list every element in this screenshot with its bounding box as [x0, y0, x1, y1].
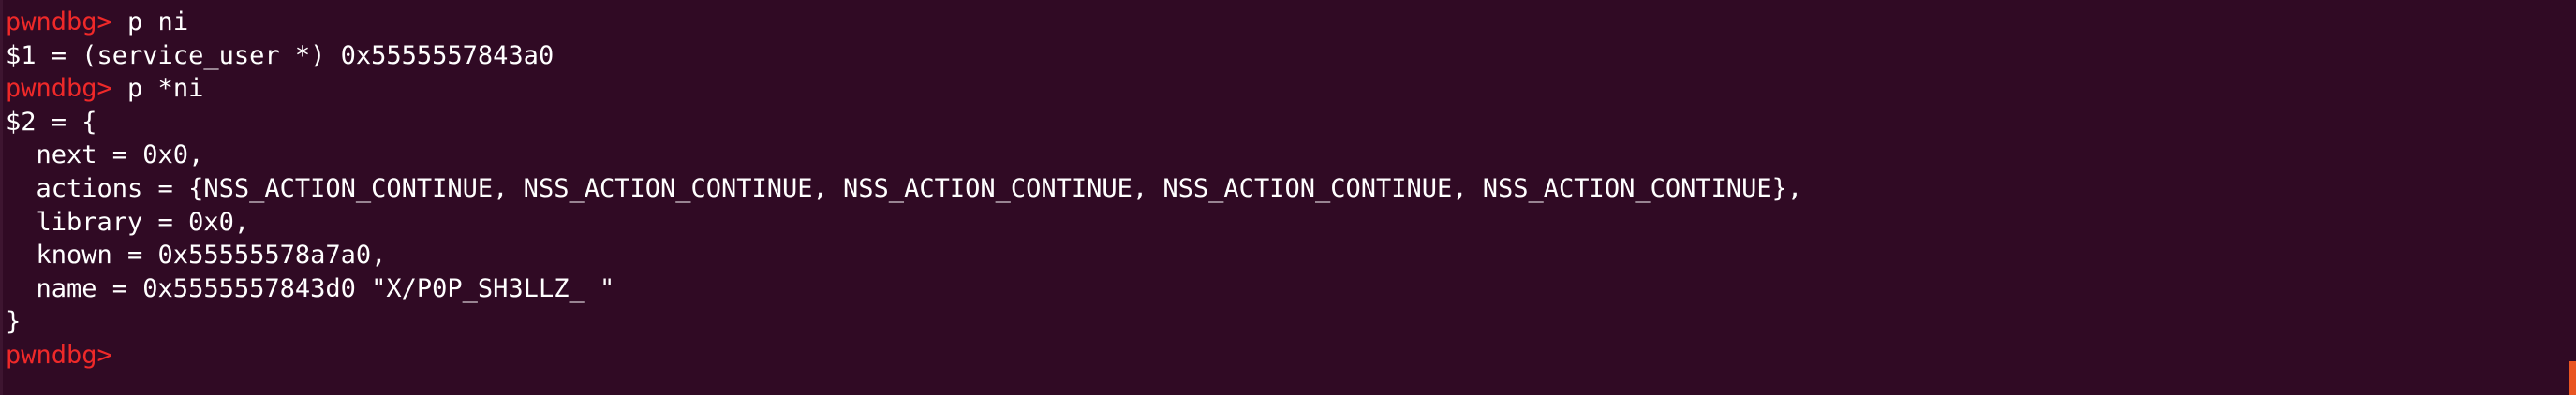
scrollbar[interactable] — [2569, 0, 2576, 395]
terminal-line: known = 0x55555578a7a0, — [6, 239, 2576, 272]
output-text: } — [6, 307, 22, 337]
output-text: name = 0x5555557843d0 "X/P0P_SH3LLZ_ " — [6, 273, 615, 303]
output-text: $2 = { — [6, 107, 97, 137]
terminal-line: pwndbg> p *ni — [6, 72, 2576, 106]
terminal-line: actions = {NSS_ACTION_CONTINUE, NSS_ACTI… — [6, 172, 2576, 206]
window-edge — [0, 0, 3, 395]
terminal-line: $1 = (service_user *) 0x5555557843a0 — [6, 39, 2576, 73]
prompt: pwndbg> — [6, 7, 128, 37]
text-cursor — [127, 341, 141, 369]
terminal-line[interactable]: pwndbg> — [6, 339, 2576, 373]
output-text: library = 0x0, — [6, 207, 250, 237]
terminal-window[interactable]: pwndbg> p ni $1 = (service_user *) 0x555… — [0, 0, 2576, 395]
terminal-line: library = 0x0, — [6, 206, 2576, 240]
output-text: actions = {NSS_ACTION_CONTINUE, NSS_ACTI… — [6, 173, 1803, 203]
output-text: known = 0x55555578a7a0, — [6, 241, 387, 271]
command-text: p *ni — [127, 74, 204, 104]
terminal-line: $2 = { — [6, 106, 2576, 139]
output-text: next = 0x0, — [6, 140, 204, 170]
prompt: pwndbg> — [6, 74, 128, 104]
output-text: $1 = (service_user *) 0x5555557843a0 — [6, 40, 555, 70]
terminal-line: pwndbg> p ni — [6, 6, 2576, 39]
command-text: p ni — [127, 7, 189, 37]
scrollbar-thumb[interactable] — [2569, 361, 2576, 395]
prompt: pwndbg> — [6, 340, 128, 370]
terminal-line: name = 0x5555557843d0 "X/P0P_SH3LLZ_ " — [6, 272, 2576, 306]
terminal-line: } — [6, 305, 2576, 339]
terminal-line: next = 0x0, — [6, 139, 2576, 172]
